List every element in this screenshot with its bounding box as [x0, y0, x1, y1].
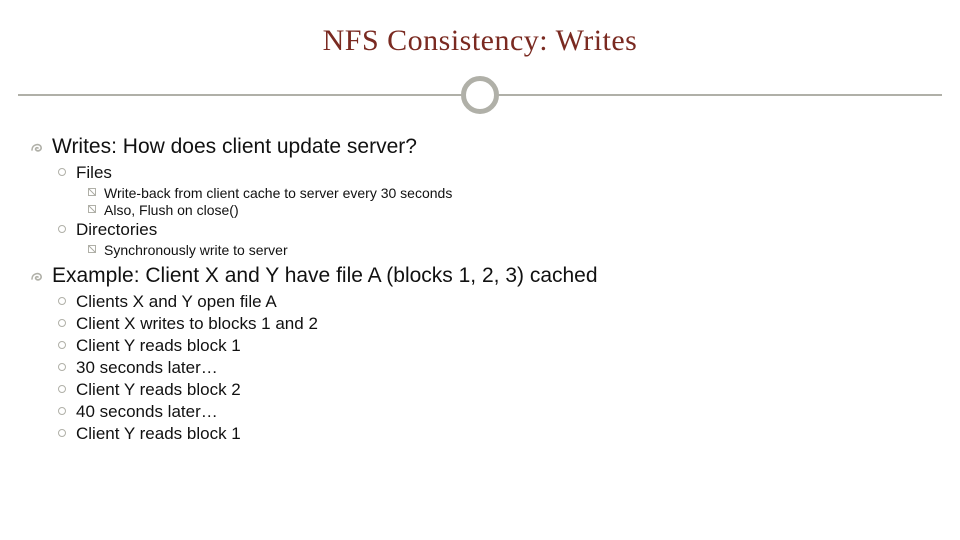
sub-sub-bullet-text: Synchronously write to server: [104, 242, 288, 258]
title-area: NFS Consistency: Writes: [0, 0, 960, 58]
sub-sub-bullet: Also, Flush on close(): [30, 202, 930, 218]
sub-sub-bullet: Synchronously write to server: [30, 242, 930, 258]
example-step-text: 40 seconds later…: [76, 402, 218, 421]
bullet-writes-heading-text: Writes: How does client update server?: [52, 135, 417, 158]
sub-bullet-files: Files: [30, 163, 930, 183]
example-step-text: Client Y reads block 1: [76, 336, 241, 355]
example-step: Client X writes to blocks 1 and 2: [30, 314, 930, 334]
swirl-icon: [30, 269, 44, 283]
slide: NFS Consistency: Writes Writes: How does…: [0, 0, 960, 540]
divider-circle-icon: [461, 76, 499, 114]
example-step-text: Client Y reads block 2: [76, 380, 241, 399]
sub-sub-bullet-text: Write-back from client cache to server e…: [104, 185, 452, 201]
example-step-text: Clients X and Y open file A: [76, 292, 277, 311]
example-step: Client Y reads block 2: [30, 380, 930, 400]
example-step-text: 30 seconds later…: [76, 358, 218, 377]
example-step: Clients X and Y open file A: [30, 292, 930, 312]
sub-bullet-files-text: Files: [76, 163, 112, 182]
slide-title: NFS Consistency: Writes: [0, 24, 960, 58]
sub-sub-bullet: Write-back from client cache to server e…: [30, 185, 930, 201]
example-step: Client Y reads block 1: [30, 336, 930, 356]
example-step: 40 seconds later…: [30, 402, 930, 422]
example-step: 30 seconds later…: [30, 358, 930, 378]
bullet-example-heading: Example: Client X and Y have file A (blo…: [30, 264, 930, 288]
bullet-example-heading-text: Example: Client X and Y have file A (blo…: [52, 264, 598, 287]
example-step-text: Client Y reads block 1: [76, 424, 241, 443]
example-step-text: Client X writes to blocks 1 and 2: [76, 314, 318, 333]
bullet-writes-heading: Writes: How does client update server?: [30, 135, 930, 159]
slide-body: Writes: How does client update server? F…: [30, 134, 930, 446]
swirl-icon: [30, 140, 44, 154]
example-step: Client Y reads block 1: [30, 424, 930, 444]
sub-bullet-directories: Directories: [30, 220, 930, 240]
sub-sub-bullet-text: Also, Flush on close(): [104, 202, 239, 218]
sub-bullet-directories-text: Directories: [76, 220, 157, 239]
